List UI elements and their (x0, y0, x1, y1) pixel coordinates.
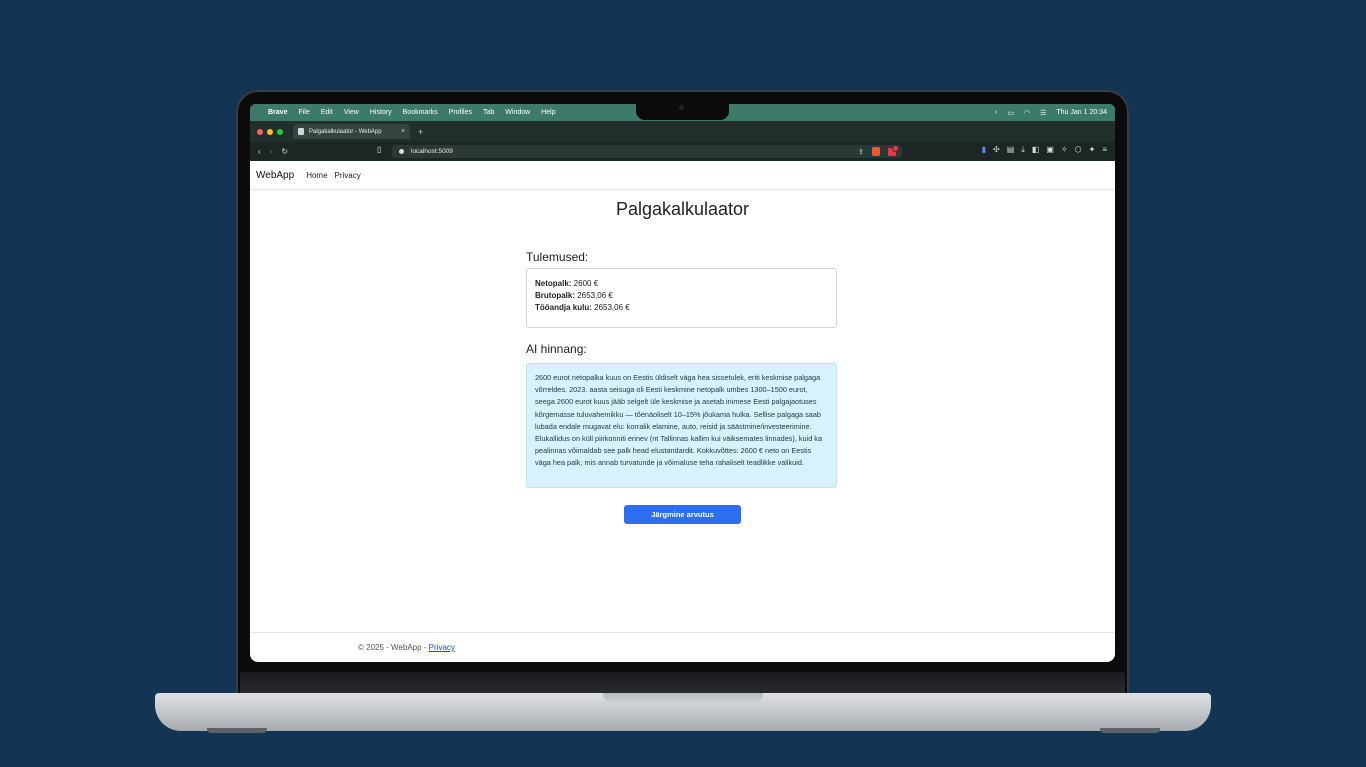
navigation-buttons: ‹ › ↻ (258, 147, 288, 156)
address-bar-actions: ⇪ (858, 144, 899, 156)
footer-content: © 2025 - WebApp - Privacy (358, 643, 455, 652)
reader-icon[interactable]: ▤ (1007, 145, 1015, 155)
wifi-icon[interactable]: ◠ (1024, 109, 1030, 117)
tab-title: Palgakalkulaator - WebApp (309, 128, 382, 135)
nav-link-home[interactable]: Home (306, 171, 327, 180)
menubar-status-area: ‹ ▭ ◠ ☰ Thu Jan 1 20:34 (995, 104, 1107, 121)
next-calculation-button[interactable]: Järgmine arvutus (624, 505, 741, 524)
minimize-window-icon[interactable] (267, 128, 273, 135)
laptop-foot-left (207, 728, 267, 733)
result-value: 2653,06 € (591, 303, 630, 312)
site-footer: © 2025 - WebApp - Privacy (250, 632, 1115, 662)
footer-copyright: © 2025 - WebApp - (358, 643, 429, 652)
tab-palgakalkulaator[interactable]: Palgakalkulaator - WebApp × (293, 124, 410, 139)
brave-rewards-icon[interactable] (888, 144, 899, 156)
brave-shields-icon[interactable] (872, 147, 880, 156)
ai-heading: AI hinnang: (526, 342, 587, 356)
footer-privacy-link[interactable]: Privacy (429, 643, 455, 652)
screen: Brave File Edit View History Bookmarks P… (250, 104, 1115, 662)
navbar-brand[interactable]: WebApp (256, 170, 294, 181)
chevron-left-icon[interactable]: ‹ (995, 109, 997, 116)
result-row-brutopalk: Brutopalk: 2653,06 € (535, 290, 828, 302)
battery-icon[interactable]: ▭ (1007, 109, 1014, 117)
result-value: 2600 € (571, 279, 599, 288)
browser-tab-strip: Palgakalkulaator - WebApp × + (250, 121, 1115, 142)
zoom-window-icon[interactable] (277, 128, 283, 135)
menu-bookmarks[interactable]: Bookmarks (403, 109, 438, 116)
new-tab-icon[interactable]: + (418, 127, 423, 137)
browser-toolbar: ‹ › ↻ ▯ localhost:5009 ⇪ ▮ ✣ ▤ ⤓ ◧ ▣ ✧ ⬡… (250, 142, 1115, 161)
ai-assessment-text: 2600 eurot netopalka kuus on Eestis üldi… (526, 363, 837, 488)
back-icon[interactable]: ‹ (258, 147, 261, 156)
menu-icon[interactable]: ≡ (1102, 145, 1107, 155)
laptop-chin (240, 672, 1125, 694)
vpn-icon[interactable]: ⬡ (1075, 145, 1082, 155)
menu-file[interactable]: File (298, 109, 309, 116)
menu-view[interactable]: View (344, 109, 359, 116)
sidebar-icon[interactable]: ◧ (1032, 145, 1040, 155)
results-heading: Tulemused: (526, 250, 589, 264)
wallet-icon[interactable]: ▣ (1046, 145, 1054, 155)
page-icon (298, 128, 304, 135)
laptop-foot-right (1100, 728, 1160, 733)
url-text[interactable]: localhost:5009 (411, 148, 453, 155)
download-icon[interactable]: ⤓ (1021, 145, 1025, 155)
leo-ai-icon[interactable]: ✧ (1061, 145, 1068, 155)
result-row-tooandja-kulu: Tööandja kulu: 2653,06 € (535, 302, 828, 314)
page-title: Palgakalkulaator (615, 199, 750, 219)
close-window-icon[interactable] (257, 128, 263, 135)
menu-app-name[interactable]: Brave (268, 109, 287, 116)
result-label: Tööandja kulu: (535, 303, 592, 312)
bitwarden-icon[interactable]: ▮ (982, 145, 986, 155)
share-icon[interactable]: ⇪ (858, 148, 864, 156)
extension-icons: ▮ ✣ ▤ ⤓ ◧ ▣ ✧ ⬡ ✦ ≡ (982, 145, 1107, 155)
extensions-icon[interactable]: ✣ (993, 145, 1000, 155)
site-navbar: WebApp Home Privacy (250, 161, 1115, 190)
address-bar[interactable]: localhost:5009 ⇪ (392, 144, 902, 158)
laptop-base-notch (603, 693, 763, 704)
menu-help[interactable]: Help (541, 109, 555, 116)
menu-profiles[interactable]: Profiles (449, 109, 472, 116)
reload-icon[interactable]: ↻ (281, 147, 288, 156)
site-info-icon[interactable] (399, 149, 404, 154)
menubar-clock[interactable]: Thu Jan 1 20:34 (1056, 109, 1107, 116)
control-center-icon[interactable]: ☰ (1040, 109, 1046, 117)
close-tab-icon[interactable]: × (401, 128, 405, 135)
menu-tab[interactable]: Tab (483, 109, 494, 116)
menu-window[interactable]: Window (505, 109, 530, 116)
camera-notch (636, 102, 729, 120)
pin-extension-icon[interactable]: ✦ (1089, 145, 1096, 155)
forward-icon[interactable]: › (270, 147, 273, 156)
results-card: Netopalk: 2600 € Brutopalk: 2653,06 € Tö… (526, 268, 837, 328)
bookmark-icon[interactable]: ▯ (377, 145, 381, 154)
result-value: 2653,06 € (575, 291, 613, 300)
result-label: Brutopalk: (535, 291, 575, 300)
nav-link-privacy[interactable]: Privacy (335, 171, 361, 180)
menu-edit[interactable]: Edit (321, 109, 333, 116)
menu-history[interactable]: History (370, 109, 392, 116)
window-controls (257, 128, 283, 135)
result-row-netopalk: Netopalk: 2600 € (535, 278, 828, 290)
result-label: Netopalk: (535, 279, 572, 288)
